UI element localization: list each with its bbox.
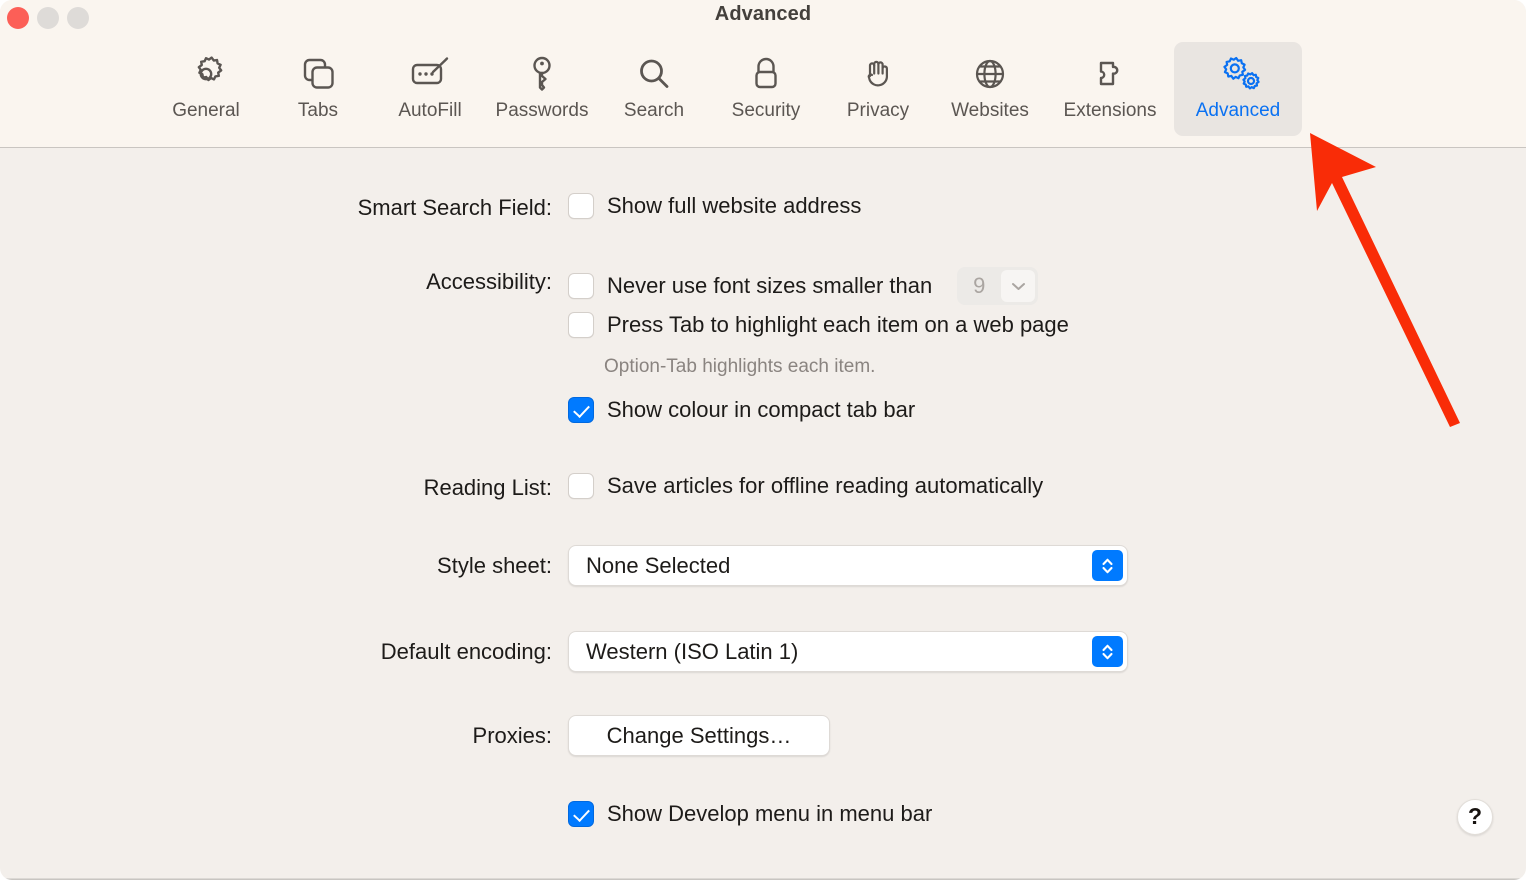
show-colour-compact-tab-bar-label: Show colour in compact tab bar — [607, 397, 916, 422]
min-font-size-value: 9 — [973, 273, 986, 298]
tab-advanced[interactable]: Advanced — [1174, 42, 1302, 136]
search-icon — [632, 50, 676, 98]
min-font-size-checkbox[interactable] — [568, 273, 594, 299]
window-title: Advanced — [714, 3, 812, 25]
tab-extensions[interactable]: Extensions — [1046, 42, 1174, 136]
tab-passwords[interactable]: Passwords — [486, 42, 598, 136]
default-encoding-label: Default encoding: — [380, 639, 552, 664]
tab-privacy[interactable]: Privacy — [822, 42, 934, 136]
tab-websites-label: Websites — [951, 100, 1029, 121]
save-offline-checkbox[interactable] — [568, 473, 594, 499]
tab-autofill-label: AutoFill — [398, 100, 462, 121]
default-encoding-value: Western (ISO Latin 1) — [586, 638, 799, 664]
show-colour-compact-tab-bar-row[interactable]: Show colour in compact tab bar — [568, 397, 915, 423]
autofill-icon — [407, 50, 453, 98]
tab-tabs[interactable]: Tabs — [262, 42, 374, 136]
style-sheet-popup-button[interactable]: None Selected — [568, 545, 1128, 586]
hand-icon — [856, 50, 900, 98]
min-font-size-combo[interactable]: 9 — [957, 267, 1039, 305]
save-offline-row[interactable]: Save articles for offline reading automa… — [568, 473, 1043, 499]
tab-general-label: General — [172, 100, 240, 121]
globe-icon — [968, 50, 1012, 98]
change-settings-button-label: Change Settings… — [606, 722, 792, 748]
show-full-address-checkbox[interactable] — [568, 193, 594, 219]
tab-general[interactable]: General — [150, 42, 262, 136]
show-develop-menu-row[interactable]: Show Develop menu in menu bar — [568, 801, 932, 827]
tab-security[interactable]: Security — [710, 42, 822, 136]
show-develop-menu-label: Show Develop menu in menu bar — [607, 801, 933, 826]
up-down-chevron-icon — [1092, 636, 1123, 667]
tab-tabs-label: Tabs — [297, 100, 339, 121]
show-full-address-label: Show full website address — [607, 193, 862, 218]
style-sheet-value: None Selected — [586, 552, 731, 578]
smart-search-field-label: Smart Search Field: — [357, 195, 552, 220]
chevron-down-icon[interactable] — [1001, 270, 1036, 302]
tab-search[interactable]: Search — [598, 42, 710, 136]
puzzle-piece-icon — [1087, 50, 1133, 98]
help-button-glyph: ? — [1467, 803, 1483, 829]
help-button[interactable]: ? — [1457, 799, 1493, 835]
tabs-icon — [296, 50, 340, 98]
key-icon — [520, 50, 564, 98]
tab-extensions-label: Extensions — [1063, 100, 1157, 121]
press-tab-label: Press Tab to highlight each item on a we… — [607, 312, 1069, 337]
titlebar: Advanced General Tabs AutoFill Passwords… — [0, 0, 1526, 148]
show-full-address-row[interactable]: Show full website address — [568, 193, 861, 219]
tab-advanced-label: Advanced — [1195, 100, 1281, 121]
min-font-size-label: Never use font sizes smaller than — [607, 273, 933, 298]
lock-icon — [744, 50, 788, 98]
style-sheet-label: Style sheet: — [437, 553, 552, 578]
tab-search-label: Search — [623, 100, 685, 121]
show-colour-compact-tab-bar-checkbox[interactable] — [568, 397, 594, 423]
tab-autofill[interactable]: AutoFill — [374, 42, 486, 136]
tab-privacy-label: Privacy — [846, 100, 910, 121]
min-font-size-row[interactable]: Never use font sizes smaller than 9 — [568, 267, 1039, 305]
tab-passwords-label: Passwords — [495, 100, 589, 121]
accessibility-hint-row: Option-Tab highlights each item. — [604, 356, 875, 378]
save-offline-label: Save articles for offline reading automa… — [607, 473, 1044, 498]
default-encoding-popup-button[interactable]: Western (ISO Latin 1) — [568, 631, 1128, 672]
gear-icon — [184, 50, 228, 98]
up-down-chevron-icon — [1092, 550, 1123, 581]
show-develop-menu-checkbox[interactable] — [568, 801, 594, 827]
proxies-label: Proxies: — [472, 723, 552, 748]
change-settings-button[interactable]: Change Settings… — [568, 715, 830, 756]
press-tab-checkbox[interactable] — [568, 312, 594, 338]
double-gear-icon — [1212, 50, 1264, 98]
accessibility-label: Accessibility: — [426, 269, 552, 294]
tab-websites[interactable]: Websites — [934, 42, 1046, 136]
reading-list-label: Reading List: — [423, 475, 552, 500]
preferences-window: Advanced General Tabs AutoFill Passwords… — [0, 0, 1526, 880]
press-tab-row[interactable]: Press Tab to highlight each item on a we… — [568, 312, 1069, 338]
option-tab-hint: Option-Tab highlights each item. — [604, 356, 876, 377]
preferences-toolbar: General Tabs AutoFill Passwords Search S… — [150, 42, 1380, 138]
advanced-settings-panel: Smart Search Field: Show full website ad… — [0, 148, 1526, 880]
tab-security-label: Security — [731, 100, 801, 121]
